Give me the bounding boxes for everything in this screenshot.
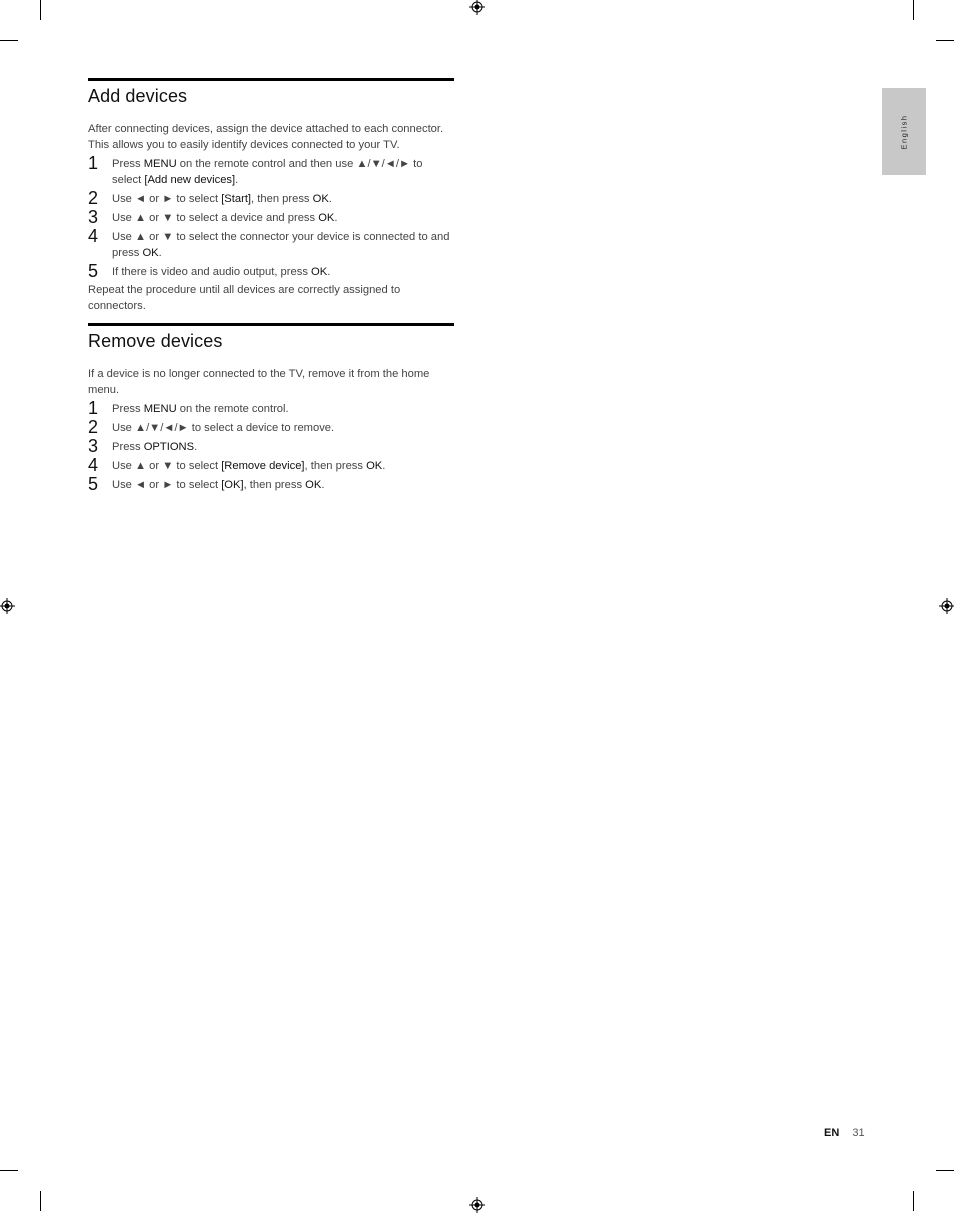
step-number: 5 xyxy=(88,261,99,281)
crop-mark xyxy=(40,0,41,20)
section-title: Add devices xyxy=(88,86,188,106)
step-item: 3 Press OPTIONS. xyxy=(88,436,454,456)
step-list: 1 Press MENU on the remote control. 2 Use ▲… xyxy=(88,398,454,494)
crop-mark xyxy=(936,1170,954,1171)
step-text: Use ◄ or ► to select xyxy=(112,193,222,205)
step-item: 1 Press MENU on the remote control and th… xyxy=(88,153,454,188)
crop-mark xyxy=(913,1191,914,1211)
step-keyword: [Add new devices] xyxy=(144,174,236,186)
crop-mark xyxy=(0,40,18,41)
step-text: Use ▲/▼/◄/► to select a device to remove… xyxy=(112,422,335,434)
step-number: 5 xyxy=(88,474,99,494)
step-item: 2 Use ◄ or ► to select [Start], then pres… xyxy=(88,188,454,208)
crop-mark xyxy=(0,1170,18,1171)
step-text: . xyxy=(327,266,331,278)
step-item: 4 Use ▲ or ▼ to select the connector your… xyxy=(88,226,454,261)
registration-mark-icon xyxy=(0,598,15,614)
step-text: . xyxy=(235,174,239,186)
step-keyword: MENU xyxy=(143,403,177,415)
step-text: on the remote control. xyxy=(176,403,289,415)
language-code: EN xyxy=(824,1127,840,1139)
step-keyword: [OK] xyxy=(221,479,244,491)
step-text: Press xyxy=(112,403,144,415)
step-text: . xyxy=(334,212,338,224)
step-text: Use ▲ or ▼ to select xyxy=(112,460,222,472)
step-text: Use ◄ or ► to select xyxy=(112,479,222,491)
section-intro: If a device is no longer connected to th… xyxy=(88,368,430,396)
step-item: 5 Use ◄ or ► to select [OK], then press O… xyxy=(88,474,454,494)
section-add-devices: Add devices After connecting devices, as… xyxy=(88,78,454,314)
section-intro: After connecting devices, assign the dev… xyxy=(88,123,444,151)
step-item: 2 Use ▲/▼/◄/► to select a device to remov… xyxy=(88,417,454,437)
step-number: 1 xyxy=(88,153,99,173)
step-text: If there is video and audio output, pres… xyxy=(112,266,312,278)
section-rule xyxy=(88,323,454,326)
step-keyword: OK xyxy=(312,193,329,205)
step-keyword: OK xyxy=(311,266,328,278)
registration-mark-icon xyxy=(469,0,485,15)
step-text: . xyxy=(194,441,198,453)
step-keyword: OK xyxy=(366,460,383,472)
crop-mark xyxy=(40,1191,41,1211)
section-rule xyxy=(88,78,454,81)
step-keyword: OPTIONS xyxy=(143,441,195,453)
language-tab: English xyxy=(882,88,926,175)
step-item: 5 If there is video and audio output, pre… xyxy=(88,261,454,281)
step-text: Press xyxy=(112,441,144,453)
step-keyword: MENU xyxy=(143,158,177,170)
step-item: 3 Use ▲ or ▼ to select a device and press… xyxy=(88,207,454,227)
registration-mark-icon xyxy=(939,598,954,614)
step-text: . xyxy=(321,479,325,491)
step-item: 4 Use ▲ or ▼ to select [Remove device], t… xyxy=(88,455,454,475)
step-text: Use ▲ or ▼ to select a device and press xyxy=(112,212,319,224)
step-keyword: OK xyxy=(305,479,322,491)
step-number: 4 xyxy=(88,226,99,246)
step-keyword: OK xyxy=(318,212,335,224)
step-text: . xyxy=(328,193,332,205)
crop-mark xyxy=(936,40,954,41)
page-footer: EN 31 xyxy=(824,1127,865,1139)
section-remove-devices: Remove devices If a device is no longer … xyxy=(88,323,454,496)
step-text: , then press xyxy=(243,479,306,491)
step-text: Use ▲ or ▼ to select the connector your … xyxy=(112,231,450,259)
step-list: 1 Press MENU on the remote control and th… xyxy=(88,153,454,281)
step-keyword: [Start] xyxy=(221,193,252,205)
step-text: Press xyxy=(112,158,144,170)
step-keyword: [Remove device] xyxy=(221,460,305,472)
section-outro: Repeat the procedure until all devices a… xyxy=(88,284,401,312)
step-keyword: OK xyxy=(142,247,159,259)
language-tab-label: English xyxy=(899,113,909,150)
section-title: Remove devices xyxy=(88,331,223,351)
step-text: , then press xyxy=(304,460,367,472)
step-text: , then press xyxy=(251,193,313,205)
page-number: 31 xyxy=(852,1127,865,1139)
step-item: 1 Press MENU on the remote control. xyxy=(88,398,454,418)
step-text: . xyxy=(382,460,386,472)
step-text: . xyxy=(158,247,162,259)
crop-mark xyxy=(913,0,914,20)
